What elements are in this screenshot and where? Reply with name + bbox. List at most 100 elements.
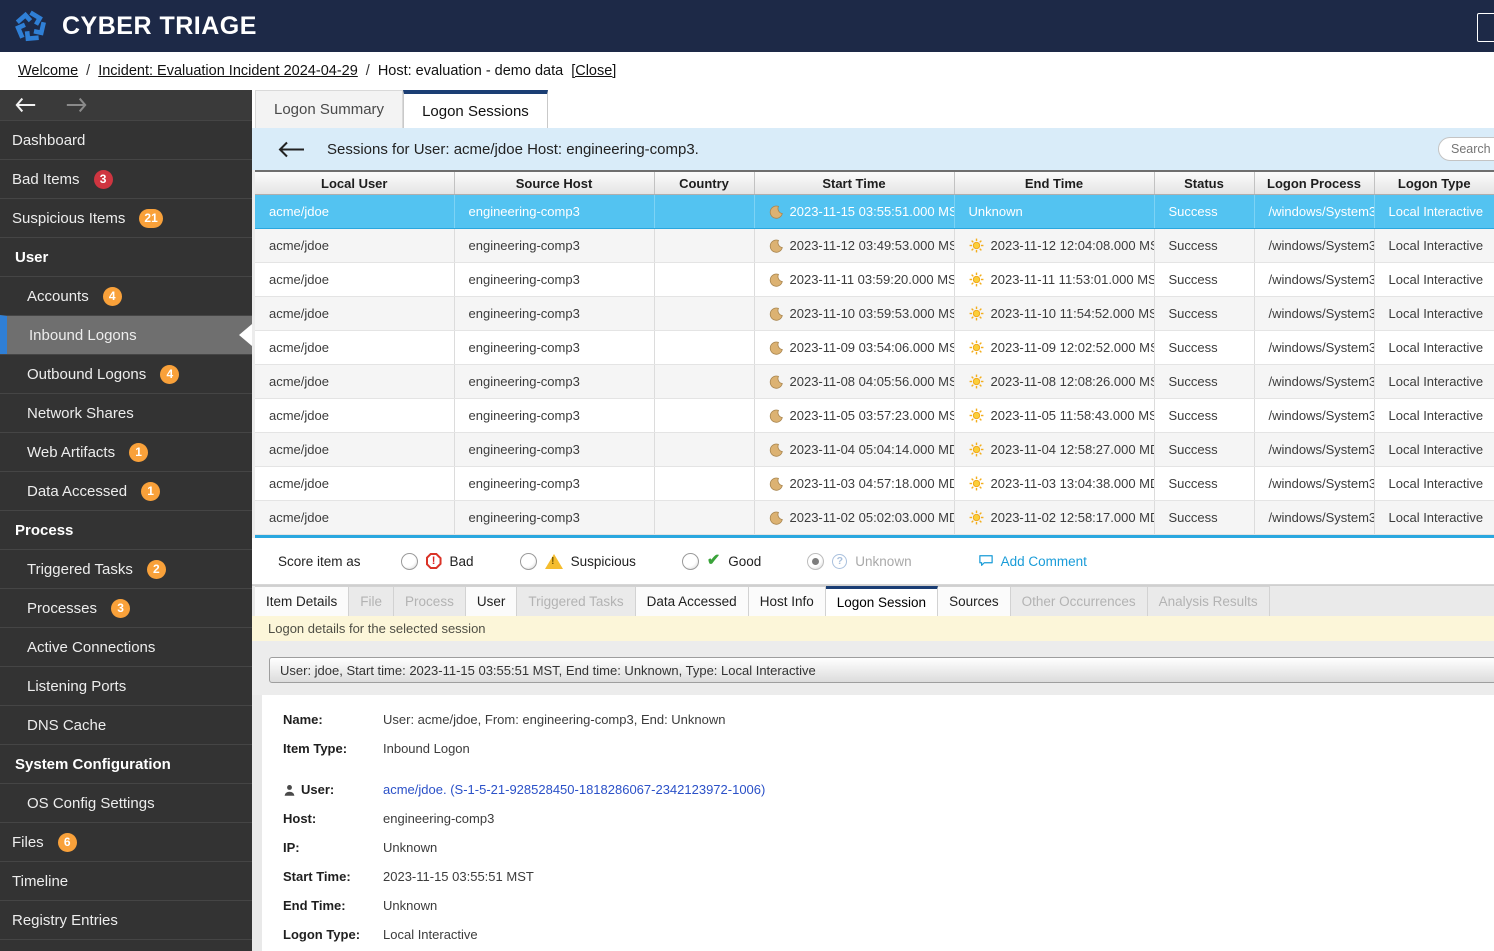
sidebar-item-network-shares[interactable]: Network Shares (0, 393, 252, 432)
radio-good[interactable] (681, 552, 699, 570)
sidebar-item-os-config-settings[interactable]: OS Config Settings (0, 783, 252, 822)
radio-bad[interactable] (400, 552, 418, 570)
detail-tab-triggered-tasks: Triggered Tasks (517, 586, 636, 616)
tab-logon-summary[interactable]: Logon Summary (255, 90, 404, 128)
cell-country (654, 228, 755, 263)
cell-local-user: acme/jdoe (255, 364, 455, 399)
cell-source-host: engineering-comp3 (454, 194, 655, 229)
moon-icon (769, 307, 783, 321)
session-table-row[interactable]: acme/jdoe engineering-comp3 2023-11-10 03:… (255, 296, 1494, 331)
sidebar-item-inbound-logons[interactable]: Inbound Logons (0, 315, 252, 354)
session-header-bar: Sessions for User: acme/jdoe Host: engin… (252, 128, 1494, 170)
sidebar-item-label: Web Artifacts (27, 443, 116, 461)
detail-tab-item-details[interactable]: Item Details (255, 586, 350, 616)
sidebar-item-dns-cache[interactable]: DNS Cache (0, 705, 252, 744)
app-title: CYBER TRIAGE (62, 11, 257, 40)
sidebar-item-label: Triggered Tasks (27, 560, 133, 578)
column-header-source-host[interactable]: Source Host (454, 172, 655, 195)
count-badge: 1 (141, 481, 161, 501)
session-table-row[interactable]: acme/jdoe engineering-comp3 2023-11-12 03:… (255, 228, 1494, 263)
cell-end-time: 2023-11-02 12:58:17.000 MDT (954, 500, 1155, 535)
forward-arrow-icon[interactable] (65, 97, 87, 113)
column-header-end-time[interactable]: End Time (954, 172, 1155, 195)
cell-end-time: 2023-11-10 11:54:52.000 MST (954, 296, 1155, 331)
column-header-logon-process[interactable]: Logon Process (1254, 172, 1375, 195)
score-option-unknown[interactable]: ? Unknown (807, 552, 912, 570)
search-input[interactable] (1438, 137, 1494, 161)
nav-history-strip (0, 90, 252, 120)
sidebar-item-label: OS Config Settings (27, 794, 155, 812)
sidebar-item-active-connections[interactable]: Active Connections (0, 627, 252, 666)
sidebar-item-listening-ports[interactable]: Listening Ports (0, 666, 252, 705)
table-body: acme/jdoe engineering-comp3 2023-11-15 03:… (255, 194, 1494, 535)
sidebar-item-processes[interactable]: Processes 3 (0, 588, 252, 627)
cell-logon-process: /windows/System3... (1254, 398, 1375, 433)
radio-unknown[interactable] (807, 552, 825, 570)
session-table-row[interactable]: acme/jdoe engineering-comp3 2023-11-05 03:… (255, 398, 1494, 433)
cell-start-time: 2023-11-09 03:54:06.000 MST (754, 330, 955, 365)
cell-local-user: acme/jdoe (255, 466, 455, 501)
sidebar-item-suspicious-items[interactable]: Suspicious Items 21 (0, 198, 252, 237)
sessions-table: Local User Source Host Country Start Time En… (255, 170, 1494, 538)
column-header-status[interactable]: Status (1154, 172, 1255, 195)
detail-value: Unknown (383, 898, 438, 913)
header-edge-button[interactable] (1477, 13, 1494, 42)
column-header-start-time[interactable]: Start Time (754, 172, 955, 195)
breadcrumb-close-link[interactable]: [Close] (571, 63, 616, 79)
tab-logon-sessions[interactable]: Logon Sessions (403, 90, 548, 128)
detail-tab-logon-session[interactable]: Logon Session (825, 586, 939, 616)
count-badge: 3 (93, 169, 113, 189)
radio-suspicious[interactable] (519, 552, 537, 570)
score-option-suspicious[interactable]: Suspicious (519, 552, 636, 570)
session-table-row[interactable]: acme/jdoe engineering-comp3 2023-11-03 04:… (255, 466, 1494, 501)
back-arrow-icon[interactable] (15, 97, 37, 113)
sidebar-item-process: Process (0, 510, 252, 549)
session-table-row[interactable]: acme/jdoe engineering-comp3 2023-11-15 03:… (255, 194, 1494, 229)
session-table-row[interactable]: acme/jdoe engineering-comp3 2023-11-04 05:… (255, 432, 1494, 467)
column-header-country[interactable]: Country (654, 172, 755, 195)
score-option-good[interactable]: ✔ Good (681, 552, 761, 570)
sidebar-item-web-artifacts[interactable]: Web Artifacts 1 (0, 432, 252, 471)
sidebar-item-label: Bad Items (12, 170, 80, 188)
detail-value-link[interactable]: acme/jdoe. (S-1-5-21-928528450-181828606… (383, 782, 765, 798)
session-table-row[interactable]: acme/jdoe engineering-comp3 2023-11-09 03:… (255, 330, 1494, 365)
sidebar-item-dashboard[interactable]: Dashboard (0, 120, 252, 159)
sidebar-item-label: Files (12, 833, 44, 851)
sidebar-item-label: User (15, 248, 49, 266)
session-table-row[interactable]: acme/jdoe engineering-comp3 2023-11-02 05:… (255, 500, 1494, 535)
sidebar-item-label: Processes (27, 599, 98, 617)
add-comment-button[interactable]: Add Comment (978, 554, 1087, 569)
breadcrumb-separator: / (86, 63, 91, 79)
sidebar-item-triggered-tasks[interactable]: Triggered Tasks 2 (0, 549, 252, 588)
cell-local-user: acme/jdoe (255, 330, 455, 365)
score-option-bad[interactable]: Bad (400, 552, 474, 570)
sidebar-item-outbound-logons[interactable]: Outbound Logons 4 (0, 354, 252, 393)
detail-tab-data-accessed[interactable]: Data Accessed (635, 586, 749, 616)
sessions-back-arrow-icon[interactable] (278, 141, 305, 158)
details-scrollbar[interactable] (252, 695, 262, 951)
sidebar-item-files[interactable]: Files 6 (0, 822, 252, 861)
cell-logon-process: /windows/System3... (1254, 364, 1375, 399)
column-header-logon-type[interactable]: Logon Type (1374, 172, 1494, 195)
sidebar-item-accounts[interactable]: Accounts 4 (0, 276, 252, 315)
session-table-row[interactable]: acme/jdoe engineering-comp3 2023-11-08 04:… (255, 364, 1494, 399)
score-bar: Score item as Bad Suspicious ✔ Good? Unknown… (252, 538, 1494, 585)
detail-tab-host-info[interactable]: Host Info (748, 586, 826, 616)
cyber-triage-logo-icon (12, 8, 49, 45)
session-table-row[interactable]: acme/jdoe engineering-comp3 2023-11-11 03:… (255, 262, 1494, 297)
breadcrumb-welcome-link[interactable]: Welcome (18, 63, 78, 79)
sidebar-item-bad-items[interactable]: Bad Items 3 (0, 159, 252, 198)
cell-start-time: 2023-11-12 03:49:53.000 MST (754, 228, 955, 263)
cell-start-time: 2023-11-02 05:02:03.000 MDT (754, 500, 955, 535)
column-header-local-user[interactable]: Local User (255, 172, 455, 195)
sun-icon (969, 408, 984, 423)
sidebar-item-event-logs[interactable]: Event Logs (0, 939, 252, 951)
cell-source-host: engineering-comp3 (454, 364, 655, 399)
breadcrumb-incident-link[interactable]: Incident: Evaluation Incident 2024-04-29 (98, 63, 358, 79)
sidebar-item-registry-entries[interactable]: Registry Entries (0, 900, 252, 939)
sidebar-item-timeline[interactable]: Timeline (0, 861, 252, 900)
detail-tab-sources[interactable]: Sources (938, 586, 1011, 616)
detail-tab-user[interactable]: User (465, 586, 518, 616)
logon-session-details-panel: Name: User: acme/jdoe, From: engineering-… (262, 695, 1494, 951)
sidebar-item-data-accessed[interactable]: Data Accessed 1 (0, 471, 252, 510)
